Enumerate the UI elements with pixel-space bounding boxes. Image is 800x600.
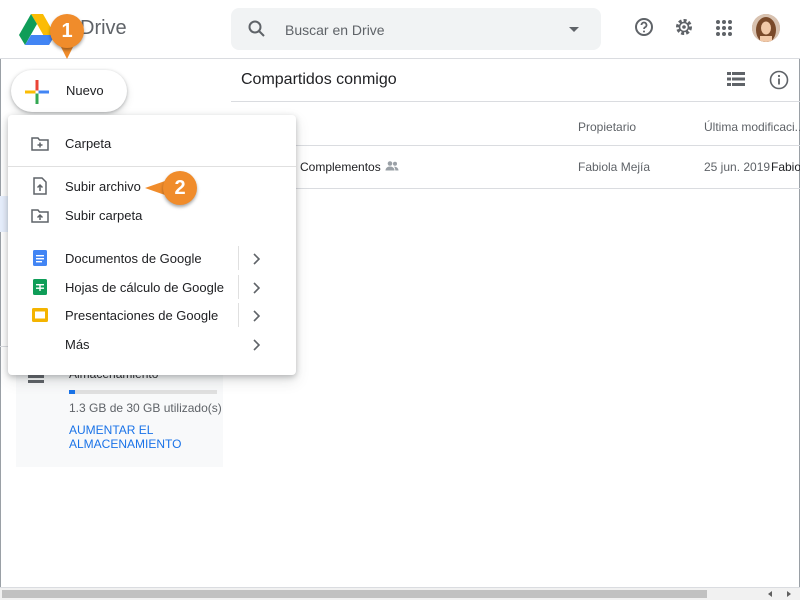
- column-owner[interactable]: Propietario: [578, 120, 636, 134]
- menu-item-upload-folder[interactable]: Subir carpeta: [8, 201, 296, 229]
- google-sheets-icon: [31, 278, 49, 296]
- file-modified-by: Fabio: [771, 160, 800, 174]
- chevron-right-icon[interactable]: [252, 338, 261, 356]
- step-callout-2: 2: [163, 171, 197, 205]
- table-row[interactable]: Complementos Fabiola Mejía 25 jun. 2019 …: [231, 146, 800, 189]
- file-owner: Fabiola Mejía: [578, 160, 651, 174]
- shared-icon: [385, 160, 399, 174]
- menu-item-google-slides[interactable]: Presentaciones de Google: [8, 301, 296, 329]
- callout-pointer: [145, 181, 165, 195]
- search-options-icon[interactable]: [569, 27, 579, 32]
- app-title: Drive: [80, 17, 127, 39]
- scroll-left-icon[interactable]: [768, 591, 772, 597]
- list-view-icon[interactable]: [727, 72, 745, 91]
- new-button-label: Nuevo: [66, 83, 104, 98]
- apps-grid-icon[interactable]: [716, 20, 732, 41]
- menu-item-more[interactable]: Más: [8, 330, 296, 358]
- settings-icon[interactable]: [674, 17, 694, 42]
- menu-divider: [8, 166, 296, 167]
- menu-item-label: Documentos de Google: [65, 251, 202, 266]
- menu-item-label: Subir archivo: [65, 179, 141, 194]
- menu-item-label: Hojas de cálculo de Google: [65, 280, 224, 295]
- scrollbar-thumb[interactable]: [2, 590, 707, 598]
- new-button[interactable]: Nuevo: [11, 70, 127, 112]
- plus-icon: [25, 80, 49, 109]
- file-modified-date: 25 jun. 2019: [704, 160, 771, 174]
- folder-plus-icon: [31, 134, 49, 152]
- step-callout-1: 1: [50, 14, 84, 48]
- column-modified[interactable]: Última modificaci...: [704, 120, 800, 134]
- storage-progress-bar: [69, 390, 217, 394]
- scroll-right-icon[interactable]: [787, 591, 791, 597]
- upgrade-storage-link[interactable]: AUMENTAR EL ALMACENAMIENTO: [69, 423, 219, 451]
- menu-item-label: Más: [65, 337, 90, 352]
- search-bar[interactable]: [231, 8, 601, 52]
- user-avatar[interactable]: [752, 14, 780, 42]
- folder-upload-icon: [31, 206, 49, 224]
- menu-separator: [238, 303, 239, 327]
- menu-item-label: Presentaciones de Google: [65, 308, 219, 323]
- file-upload-icon: [31, 177, 49, 195]
- storage-progress-fill: [69, 390, 76, 394]
- menu-item-label: Carpeta: [65, 136, 112, 151]
- menu-item-label: Subir carpeta: [65, 208, 143, 223]
- google-slides-icon: [31, 306, 49, 324]
- info-icon[interactable]: [769, 70, 789, 95]
- file-name[interactable]: Complementos: [300, 160, 381, 174]
- google-docs-icon: [31, 249, 49, 267]
- content-toolbar: Compartidos conmigo: [231, 59, 800, 102]
- table-header: Propietario Última modificaci...: [231, 101, 800, 146]
- search-input[interactable]: [283, 8, 547, 52]
- menu-item-google-docs[interactable]: Documentos de Google: [8, 244, 296, 272]
- page-title: Compartidos conmigo: [241, 71, 397, 88]
- menu-separator: [238, 246, 239, 270]
- chevron-right-icon[interactable]: [252, 309, 261, 327]
- storage-used-text: 1.3 GB de 30 GB utilizado(s): [69, 401, 222, 415]
- horizontal-scrollbar[interactable]: [0, 587, 800, 600]
- help-icon[interactable]: [634, 17, 654, 42]
- menu-item-folder[interactable]: Carpeta: [8, 129, 296, 157]
- sidebar-selected-item[interactable]: [0, 196, 8, 232]
- search-icon[interactable]: [247, 19, 267, 44]
- new-item-menu: Carpeta Subir archivo Subir carpeta Docu…: [8, 115, 296, 375]
- chevron-right-icon[interactable]: [252, 281, 261, 299]
- chevron-right-icon[interactable]: [252, 252, 261, 270]
- top-header: Drive: [0, 0, 800, 59]
- menu-item-google-sheets[interactable]: Hojas de cálculo de Google: [8, 273, 296, 301]
- menu-separator: [238, 275, 239, 299]
